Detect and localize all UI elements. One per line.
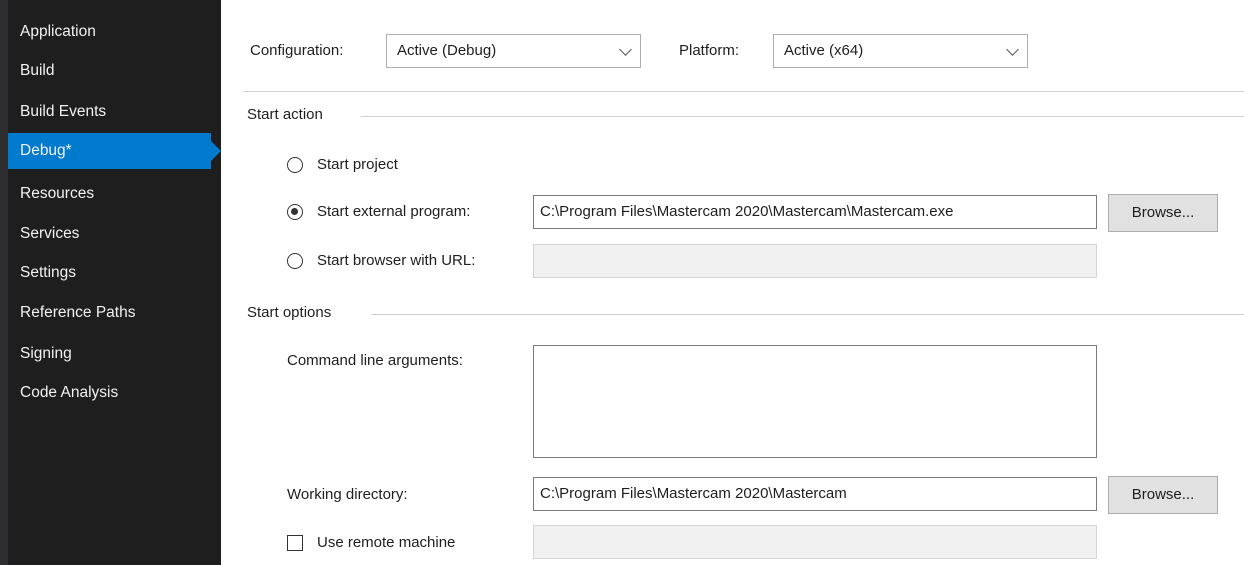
start-options-heading: Start options <box>247 304 332 321</box>
browse-external-program-button[interactable]: Browse... <box>1108 194 1218 232</box>
sidebar-edge <box>0 0 8 565</box>
start-action-divider <box>361 116 1244 117</box>
working-directory-label: Working directory: <box>287 486 408 503</box>
sidebar-item-reference-paths[interactable]: Reference Paths <box>8 295 221 331</box>
use-remote-machine-checkbox[interactable] <box>287 535 303 551</box>
configuration-value: Active (Debug) <box>397 42 497 59</box>
debug-settings-panel: Configuration: Active (Debug) Platform: … <box>221 0 1244 565</box>
configuration-label: Configuration: <box>250 42 344 59</box>
sidebar-item-label: Signing <box>20 345 72 362</box>
sidebar-item-resources[interactable]: Resources <box>8 176 221 212</box>
remote-machine-input[interactable] <box>533 525 1097 559</box>
platform-dropdown[interactable]: Active (x64) <box>773 34 1028 68</box>
start-project-radio[interactable] <box>287 157 303 173</box>
sidebar-item-build-events[interactable]: Build Events <box>8 94 221 130</box>
sidebar-item-code-analysis[interactable]: Code Analysis <box>8 375 221 411</box>
start-action-heading: Start action <box>247 106 323 123</box>
command-line-arguments-label: Command line arguments: <box>287 352 463 369</box>
platform-value: Active (x64) <box>784 42 864 59</box>
sidebar-item-settings[interactable]: Settings <box>8 255 221 291</box>
start-project-label: Start project <box>317 156 398 173</box>
sidebar-item-label: Resources <box>20 185 95 202</box>
browse-working-directory-button[interactable]: Browse... <box>1108 476 1218 514</box>
sidebar-item-application[interactable]: Application <box>8 14 221 50</box>
external-program-input[interactable]: C:\Program Files\Mastercam 2020\Masterca… <box>533 195 1097 229</box>
working-directory-input[interactable]: C:\Program Files\Mastercam 2020\Masterca… <box>533 477 1097 511</box>
start-external-program-radio[interactable] <box>287 204 303 220</box>
sidebar-item-debug[interactable]: Debug* <box>8 133 221 169</box>
command-line-arguments-textarea[interactable] <box>533 345 1097 458</box>
chevron-down-icon <box>619 43 632 56</box>
start-browser-radio[interactable] <box>287 253 303 269</box>
sidebar-item-label: Reference Paths <box>20 304 136 321</box>
sidebar-item-label: Settings <box>20 264 77 281</box>
sidebar-item-services[interactable]: Services <box>8 216 221 252</box>
configuration-dropdown[interactable]: Active (Debug) <box>386 34 641 68</box>
sidebar-item-label: Debug* <box>20 142 72 159</box>
start-options-divider <box>371 314 1244 315</box>
header-divider <box>243 91 1244 92</box>
start-external-program-label: Start external program: <box>317 203 471 220</box>
chevron-down-icon <box>1006 43 1019 56</box>
sidebar-item-label: Code Analysis <box>20 384 119 401</box>
sidebar-item-label: Build <box>20 62 55 79</box>
use-remote-machine-label: Use remote machine <box>317 534 456 551</box>
sidebar-item-build[interactable]: Build <box>8 53 221 89</box>
platform-label: Platform: <box>679 42 740 59</box>
sidebar-item-label: Build Events <box>20 103 107 120</box>
sidebar: Application Build Build Events Debug* Re… <box>0 0 221 565</box>
sidebar-item-label: Application <box>20 23 96 40</box>
sidebar-item-label: Services <box>20 225 80 242</box>
sidebar-item-signing[interactable]: Signing <box>8 336 221 372</box>
start-browser-label: Start browser with URL: <box>317 252 476 269</box>
browser-url-input[interactable] <box>533 244 1097 278</box>
active-indicator-arrow-icon <box>211 141 221 161</box>
